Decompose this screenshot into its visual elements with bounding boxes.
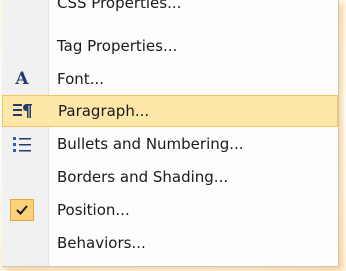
font-icon: A — [15, 69, 29, 89]
menu-item-css-properties[interactable]: CSS Properties... — [2, 0, 338, 32]
checkmark-icon — [10, 199, 34, 221]
bullets-icon — [10, 133, 34, 155]
menu-item-label: Bullets and Numbering... — [57, 135, 244, 153]
paragraph-icon — [11, 100, 35, 122]
menu-item-position[interactable]: Position... — [2, 194, 338, 226]
menu-item-font[interactable]: A Font... — [2, 63, 338, 95]
menu-item-borders-shading[interactable]: Borders and Shading... — [2, 161, 338, 193]
menu-item-bullets-numbering[interactable]: Bullets and Numbering... — [2, 128, 338, 160]
menu-item-label: Paragraph... — [58, 102, 150, 120]
format-context-menu: CSS Properties... Tag Properties... A Fo… — [2, 0, 339, 267]
menu-item-label: CSS Properties... — [57, 0, 182, 12]
menu-item-label: Borders and Shading... — [57, 168, 229, 186]
menu-item-tag-properties[interactable]: Tag Properties... — [2, 30, 338, 62]
menu-item-label: Behaviors... — [57, 234, 146, 252]
menu-item-label: Font... — [57, 70, 104, 88]
menu-item-label: Tag Properties... — [57, 37, 178, 55]
menu-item-paragraph[interactable]: Paragraph... — [2, 95, 338, 127]
menu-item-label: Position... — [57, 201, 130, 219]
menu-item-behaviors[interactable]: Behaviors... — [2, 227, 338, 259]
